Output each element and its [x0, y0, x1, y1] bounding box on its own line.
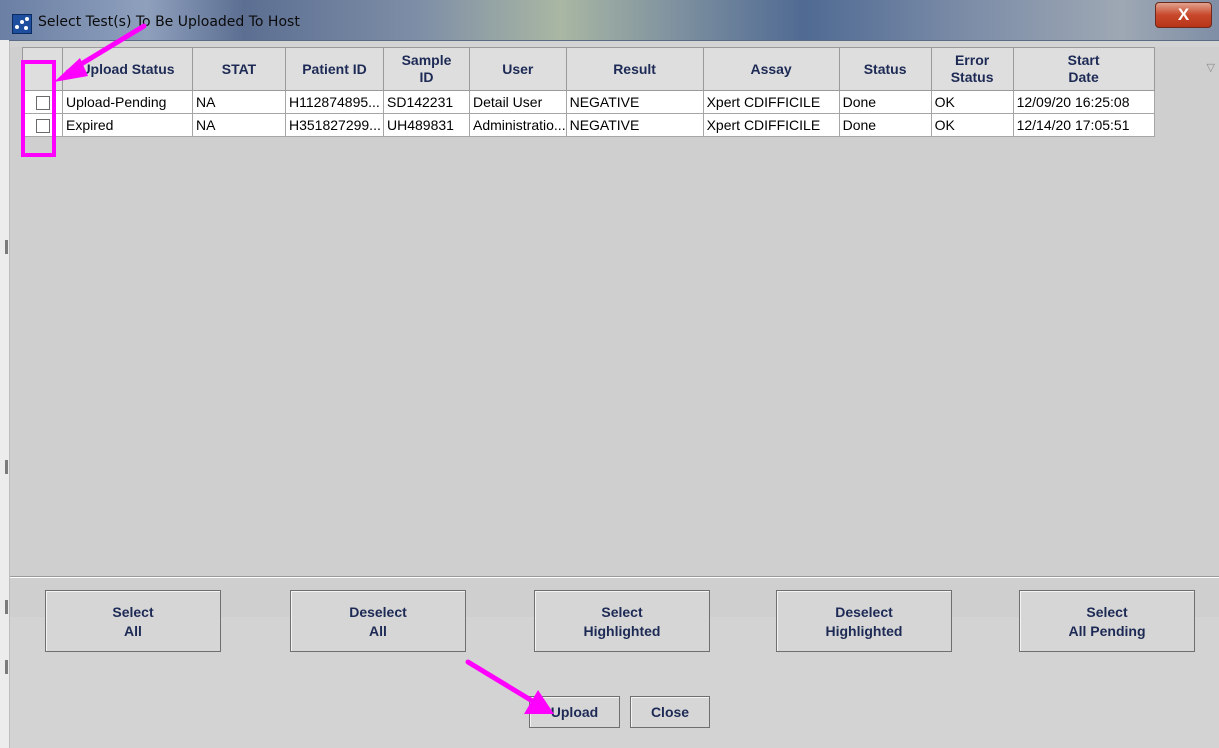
dialog-content: Upload Status STAT Patient ID Sample ID U… — [9, 41, 1219, 748]
column-header-upload-status[interactable]: Upload Status — [62, 47, 193, 91]
select-all-button[interactable]: Select All — [45, 590, 221, 652]
column-header-patient-id[interactable]: Patient ID — [285, 47, 384, 91]
cell-upload-status: Expired — [62, 113, 193, 137]
cell-sample-id: SD142231 — [383, 90, 470, 114]
cell-sample-id: UH489831 — [383, 113, 470, 137]
window-close-button[interactable]: X — [1155, 2, 1212, 28]
row-checkbox[interactable] — [35, 119, 50, 134]
column-header-start-date[interactable]: Start Date — [1012, 47, 1155, 91]
upload-button[interactable]: Upload — [529, 696, 620, 728]
column-header-sample-id[interactable]: Sample ID — [383, 47, 470, 91]
column-header-user[interactable]: User — [469, 47, 567, 91]
cell-error-status: OK — [930, 90, 1014, 114]
deselect-highlighted-button[interactable]: Deselect Highlighted — [776, 590, 952, 652]
cell-result: NEGATIVE — [565, 113, 704, 137]
cell-user: Detail User — [469, 90, 567, 114]
cell-assay: Xpert CDIFFICILE — [702, 90, 840, 114]
upload-dialog: Select Test(s) To Be Uploaded To Host X … — [0, 0, 1219, 748]
separator — [10, 576, 1219, 578]
cell-patient-id: H112874895... — [285, 90, 384, 114]
title-bar: Select Test(s) To Be Uploaded To Host X — [0, 0, 1219, 41]
cell-stat: NA — [192, 113, 286, 137]
column-header-select[interactable] — [22, 47, 63, 91]
tests-table: Upload Status STAT Patient ID Sample ID U… — [22, 47, 1155, 137]
column-header-stat[interactable]: STAT — [192, 47, 286, 91]
table-row[interactable]: Expired NA H351827299... UH489831 Administra… — [22, 113, 1155, 137]
cell-error-status: OK — [930, 113, 1014, 137]
cell-assay: Xpert CDIFFICILE — [702, 113, 840, 137]
tests-table-area[interactable]: Upload Status STAT Patient ID Sample ID U… — [10, 47, 1219, 617]
cell-stat: NA — [192, 90, 286, 114]
select-highlighted-button[interactable]: Select Highlighted — [534, 590, 710, 652]
row-select-cell — [22, 113, 63, 137]
cell-result: NEGATIVE — [565, 90, 704, 114]
row-select-cell — [22, 90, 63, 114]
column-header-error-status[interactable]: Error Status — [930, 47, 1014, 91]
sort-indicator-icon[interactable]: ▽ — [1207, 61, 1215, 74]
window-title: Select Test(s) To Be Uploaded To Host — [38, 14, 300, 30]
table-header-row: Upload Status STAT Patient ID Sample ID U… — [22, 47, 1155, 91]
cell-user: Administratio... — [469, 113, 567, 137]
column-header-assay[interactable]: Assay — [702, 47, 840, 91]
cell-upload-status: Upload-Pending — [62, 90, 193, 114]
row-checkbox[interactable] — [35, 96, 50, 111]
app-icon — [12, 14, 32, 34]
close-button[interactable]: Close — [630, 696, 710, 728]
table-row[interactable]: Upload-Pending NA H112874895... SD142231 Det… — [22, 90, 1155, 114]
cell-patient-id: H351827299... — [285, 113, 384, 137]
column-header-status[interactable]: Status — [838, 47, 932, 91]
column-header-result[interactable]: Result — [565, 47, 704, 91]
cell-start-date: 12/14/20 17:05:51 — [1012, 113, 1155, 137]
deselect-all-button[interactable]: Deselect All — [290, 590, 466, 652]
select-all-pending-button[interactable]: Select All Pending — [1019, 590, 1195, 652]
cell-status: Done — [838, 113, 932, 137]
cell-start-date: 12/09/20 16:25:08 — [1012, 90, 1155, 114]
cell-status: Done — [838, 90, 932, 114]
left-edge — [0, 40, 9, 748]
